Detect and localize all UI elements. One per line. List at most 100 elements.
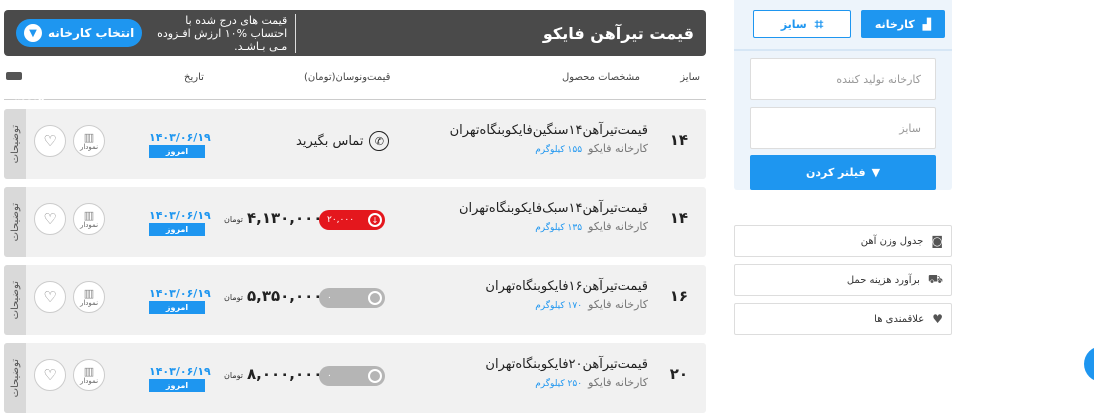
camera-icon: ◙ [931,234,943,248]
size-value: ۲۰ [669,365,688,383]
size-value: ۱۴ [669,209,688,227]
floating-action-button[interactable] [1084,346,1094,382]
size-value: ۱۴ [669,131,688,149]
price-cell: تومان ۸,۰۰۰,۰۰۰ [224,365,322,383]
date-value: ۱۴۰۳/۰۶/۱۹ [149,131,211,144]
product-info: قیمت‌تیرآهن۱۴سنگین‌فایکوبنگاه‌تهران کارخ… [450,123,648,155]
filter-button[interactable]: فیلتر کردن ▼ [750,155,936,190]
date-cell: ۱۴۰۳/۰۶/۱۹ امروز [149,287,211,314]
size-input[interactable] [750,107,936,149]
price-change-badge: ۰ [319,366,385,386]
product-name[interactable]: قیمت‌تیرآهن۱۴سبک‌فایکوبنگاه‌تهران [459,201,648,216]
col-size: سایز [680,72,700,83]
circle-icon [368,369,382,383]
date-value: ۱۴۰۳/۰۶/۱۹ [149,287,211,300]
product-info: قیمت‌تیرآهن۲۰فایکوبنگاه‌تهران کارخانه فا… [485,357,648,389]
product-weight: ۲۵۰ کیلوگرم [535,379,583,389]
filter-tabs: کارخانه ▟ سایز ⌗ [744,10,952,38]
change-value: ۲۰,۰۰۰ [327,215,355,225]
product-name[interactable]: قیمت‌تیرآهن۲۰فایکوبنگاه‌تهران [485,357,648,372]
date-value: ۱۴۰۳/۰۶/۱۹ [149,365,211,378]
arrow-down-icon: ↓ [368,213,382,227]
price-value: ۴,۱۳۰,۰۰۰ [246,209,323,227]
product-maker: کارخانه فایکو [588,142,648,155]
tab-size[interactable]: سایز ⌗ [753,10,851,38]
col-price: قیمت‌ونوسان(تومان) [304,72,391,83]
contact-us-link[interactable]: ✆ تماس بگیرید [296,131,390,151]
product-weight: ۱۵۵ کیلوگرم [535,145,583,155]
price-cell: تومان ۴,۱۳۰,۰۰۰ [224,209,322,227]
price-value: ۸,۰۰۰,۰۰۰ [246,365,323,383]
chevron-down-icon: ▼ [24,24,42,42]
funnel-icon: ▼ [871,166,881,179]
change-value: ۰ [327,293,332,303]
sidebar-links: ◙ جدول وزن آهن ⛟ برآورد هزینه حمل ♥ علاق… [734,225,952,342]
chart-button[interactable]: ▥ نمودار [73,359,105,391]
tab-factory[interactable]: کارخانه ▟ [861,10,945,38]
price-unit: تومان [224,371,243,380]
download-price-button[interactable]: دانلود قیمت ▤ [6,72,45,106]
table-row: توضیحات ♡ ▥ نمودار ۱۴۰۳/۰۶/۱۹ امروز توما… [4,343,706,413]
choose-factory-label: انتخاب کارخانه [48,26,135,40]
sidebar-item-favorites[interactable]: ♥ علاقمندی ها [734,303,952,335]
description-tab[interactable]: توضیحات [4,187,26,257]
sidebar-item-weight-table[interactable]: ◙ جدول وزن آهن [734,225,952,257]
table-row: توضیحات ♡ ▥ نمودار ۱۴۰۳/۰۶/۱۹ امروز ✆ تم… [4,109,706,179]
today-badge: امروز [149,379,205,392]
favorite-heart-icon[interactable]: ♡ [34,203,66,235]
date-cell: ۱۴۰۳/۰۶/۱۹ امروز [149,365,211,392]
heart-icon: ♥ [932,312,943,326]
price-table-section: قیمت تیرآهن فایکو قیمت های درج شده با اح… [4,10,706,413]
today-badge: امروز [149,145,205,158]
change-value: ۰ [327,371,332,381]
price-unit: تومان [224,293,243,302]
favorite-heart-icon[interactable]: ♡ [34,359,66,391]
product-info: قیمت‌تیرآهن۱۶فایکوبنگاه‌تهران کارخانه فا… [485,279,648,311]
date-cell: ۱۴۰۳/۰۶/۱۹ امروز [149,131,211,158]
vat-note: قیمت های درج شده با احتساب %۱۰ ارزش افـز… [156,13,297,53]
sidebar: کارخانه ▟ سایز ⌗ فیلتر کردن ▼ ◙ جدول وزن… [734,0,952,335]
price-cell: تومان ۵,۳۵۰,۰۰۰ [224,287,322,305]
product-weight: ۱۷۰ کیلوگرم [535,301,583,311]
table-row: توضیحات ♡ ▥ نمودار ۱۴۰۳/۰۶/۱۹ امروز توما… [4,187,706,257]
description-tab[interactable]: توضیحات [4,343,26,413]
description-tab[interactable]: توضیحات [4,109,26,179]
product-name[interactable]: قیمت‌تیرآهن۱۴سنگین‌فایکوبنگاه‌تهران [450,123,648,138]
choose-factory-button[interactable]: انتخاب کارخانه ▼ [16,19,143,47]
product-info: قیمت‌تیرآهن۱۴سبک‌فایکوبنگاه‌تهران کارخان… [459,201,648,233]
page-title: قیمت تیرآهن فایکو [542,23,694,43]
size-value: ۱۶ [669,287,688,305]
description-tab[interactable]: توضیحات [4,265,26,335]
sidebar-item-shipping-cost[interactable]: ⛟ برآورد هزینه حمل [734,264,952,296]
maker-input[interactable] [750,58,936,100]
circle-icon [368,291,382,305]
bar-chart-icon: ▥ [83,208,95,222]
bar-chart-icon: ▥ [83,364,95,378]
chart-button[interactable]: ▥ نمودار [73,281,105,313]
crop-icon: ⌗ [814,15,824,33]
factory-icon: ▟ [922,17,932,31]
product-maker: کارخانه فایکو [588,220,648,233]
chart-button[interactable]: ▥ نمودار [73,125,105,157]
price-change-badge: ۰ [319,288,385,308]
bar-chart-icon: ▥ [83,130,95,144]
today-badge: امروز [149,301,205,314]
phone-icon: ✆ [369,131,390,151]
filter-panel: کارخانه ▟ سایز ⌗ فیلتر کردن ▼ [734,0,952,190]
favorite-heart-icon[interactable]: ♡ [34,281,66,313]
bar-chart-icon: ▥ [83,286,95,300]
product-maker: کارخانه فایکو [588,298,648,311]
price-unit: تومان [224,215,243,224]
file-download-icon: ▤ [14,80,25,93]
product-maker: کارخانه فایکو [588,376,648,389]
price-value: ۵,۳۵۰,۰۰۰ [246,287,323,305]
chart-button[interactable]: ▥ نمودار [73,203,105,235]
col-spec: مشخصات محصول [562,72,640,83]
page-header: قیمت تیرآهن فایکو قیمت های درج شده با اح… [4,10,706,56]
product-name[interactable]: قیمت‌تیرآهن۱۶فایکوبنگاه‌تهران [485,279,648,294]
date-cell: ۱۴۰۳/۰۶/۱۹ امروز [149,209,211,236]
today-badge: امروز [149,223,205,236]
product-weight: ۱۳۵ کیلوگرم [535,223,583,233]
col-date: تاریخ [184,72,204,83]
favorite-heart-icon[interactable]: ♡ [34,125,66,157]
